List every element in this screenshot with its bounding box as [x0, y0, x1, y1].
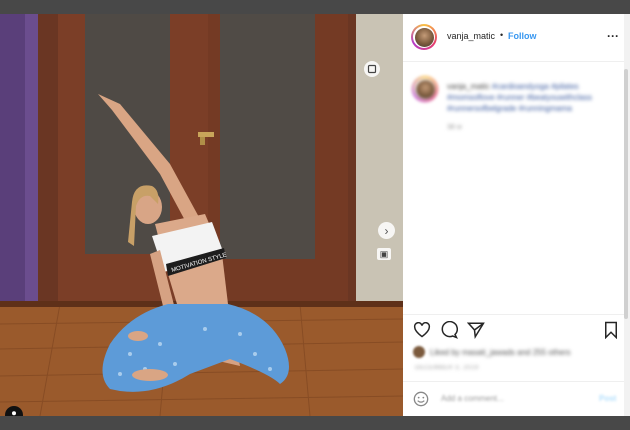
carousel-icon: [364, 61, 380, 77]
browser-bottom-bar: [0, 416, 630, 430]
comment-input[interactable]: Add a comment...: [441, 394, 504, 403]
post-header: vanja_matic • Follow ···: [403, 14, 630, 62]
post-comment-button[interactable]: Post: [599, 394, 616, 403]
likes-text[interactable]: Liked by masati_jawads and 255 others: [430, 348, 571, 357]
follow-button[interactable]: Follow: [508, 31, 537, 41]
post-media[interactable]: MOTIVATION STYLE › ▣: [0, 14, 403, 416]
more-horizontal-icon[interactable]: ···: [607, 29, 619, 43]
post-photo: MOTIVATION STYLE: [0, 14, 403, 416]
tag-icon[interactable]: ▣: [377, 248, 391, 260]
likes-avatar: [413, 346, 425, 358]
separator: •: [500, 30, 504, 40]
share-icon[interactable]: [466, 320, 486, 340]
comment-bar: Add a comment... Post: [403, 381, 630, 417]
caption-avatar[interactable]: [412, 76, 438, 102]
next-arrow-icon[interactable]: ›: [378, 222, 395, 239]
heart-icon[interactable]: [412, 320, 432, 340]
avatar[interactable]: [411, 24, 437, 50]
comment-icon[interactable]: [439, 320, 459, 340]
action-bar: [403, 314, 630, 345]
bookmark-icon[interactable]: [601, 320, 621, 340]
username-link[interactable]: vanja_matic: [447, 31, 495, 41]
post-side-panel: vanja_matic • Follow ··· vanja_matic #ca…: [403, 14, 630, 416]
scrollbar[interactable]: [624, 14, 630, 416]
browser-top-bar: [0, 0, 630, 14]
caption: vanja_matic #cardioandyoga #pilates #mom…: [447, 81, 617, 114]
caption-username[interactable]: vanja_matic: [447, 82, 490, 91]
emoji-icon[interactable]: [412, 390, 430, 408]
scrollbar-thumb[interactable]: [624, 69, 628, 319]
post-date: DECEMBER 3, 2019: [415, 365, 479, 371]
likes-row[interactable]: Liked by masati_jawads and 255 others: [413, 346, 571, 358]
time-ago: 38 w: [447, 124, 462, 131]
